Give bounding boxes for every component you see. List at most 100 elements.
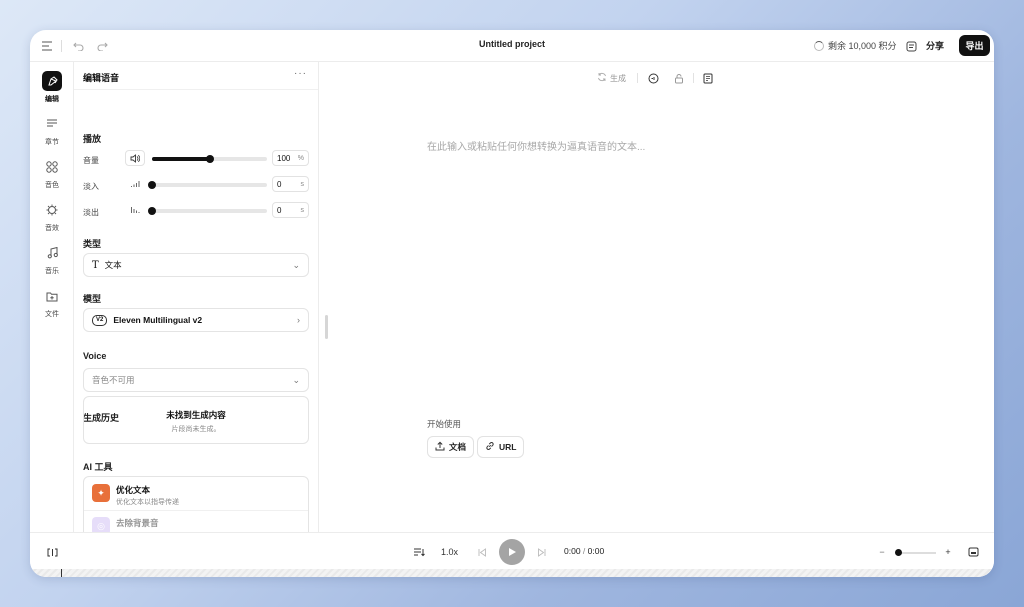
rail-item-voices[interactable]: 音色 <box>30 157 74 190</box>
playhead[interactable] <box>61 569 62 577</box>
rail-item-sfx[interactable]: 音效 <box>30 200 74 233</box>
rail-item-files[interactable]: 文件 <box>30 286 74 319</box>
credits-text: 剩余 10,000 积分 <box>828 41 897 51</box>
fade-out-unit: s <box>300 206 305 214</box>
more-options-icon[interactable]: ··· <box>294 68 307 79</box>
zoom-out-icon[interactable]: − <box>877 545 887 559</box>
export-button[interactable]: 导出 <box>959 35 990 56</box>
rail-item-chapters[interactable]: 章节 <box>30 114 74 147</box>
section-playback: 播放 <box>83 134 102 144</box>
lines-icon <box>42 114 62 134</box>
rail-label: 音色 <box>45 182 59 189</box>
voice-settings-icon[interactable] <box>648 70 659 86</box>
rail-item-edit[interactable]: 编辑 <box>30 71 74 104</box>
share-button[interactable]: 分享 <box>926 39 944 52</box>
lock-icon[interactable] <box>674 70 684 86</box>
section-type: 类型 <box>83 239 102 249</box>
fade-out-input[interactable]: 0 s <box>272 202 309 218</box>
ai-tool-enhance-text[interactable]: ✦ 优化文本 优化文本以指导传递 <box>92 484 179 507</box>
volume-input[interactable]: 100 % <box>272 150 309 166</box>
fade-out-slider[interactable] <box>148 207 267 215</box>
section-model: 模型 <box>83 294 102 304</box>
skip-back-icon[interactable] <box>475 545 489 559</box>
import-document-button[interactable]: 文档 <box>427 436 475 458</box>
skip-forward-icon[interactable] <box>535 545 549 559</box>
fade-in-input[interactable]: 0 s <box>272 176 309 192</box>
ai-tool-remove-background[interactable]: ◎ 去除背景音 <box>92 517 159 532</box>
menu-icon[interactable] <box>39 38 55 54</box>
divider <box>61 40 62 52</box>
volume-unit: % <box>297 154 304 162</box>
app-window: Untitled project 剩余 10,000 积分 分享 导出 编辑 章… <box>30 30 994 577</box>
notes-icon[interactable] <box>903 38 919 54</box>
slider-knob[interactable] <box>148 207 156 215</box>
edit-voice-panel: 编辑语音 ··· 播放 音量 100 % 淡入 0 s 淡出 0 s 类型 T … <box>74 62 319 532</box>
fade-out-value: 0 <box>277 205 282 215</box>
doc-label: 文档 <box>449 442 467 452</box>
refresh-icon <box>597 72 607 84</box>
chevron-right-icon: › <box>297 315 300 325</box>
tool-subtitle: 优化文本以指导传递 <box>116 499 179 506</box>
top-bar: Untitled project 剩余 10,000 积分 分享 导出 <box>30 30 994 62</box>
captions-icon[interactable] <box>966 545 980 559</box>
type-select[interactable]: T 文本 ⌄ <box>83 253 309 277</box>
undo-icon[interactable] <box>70 38 86 54</box>
timeline-track[interactable] <box>30 569 994 577</box>
volume-slider[interactable] <box>152 155 267 163</box>
redo-icon[interactable] <box>94 38 110 54</box>
fade-in-unit: s <box>300 180 305 188</box>
zoom-in-icon[interactable]: + <box>942 545 954 559</box>
credits-ring-icon <box>814 40 824 51</box>
import-url-button[interactable]: URL <box>477 436 525 458</box>
slider-knob[interactable] <box>148 181 156 189</box>
rail-label: 文件 <box>45 311 59 318</box>
toggle-panel-icon[interactable] <box>45 545 59 559</box>
text-editor[interactable]: 生成 在此输入或粘贴任何你想转换为逼真语音的文本... 开始使用 文档 URL <box>319 62 994 532</box>
slider-knob[interactable] <box>205 155 214 163</box>
zoom-slider-knob[interactable] <box>895 549 902 556</box>
speaker-icon[interactable] <box>125 150 145 166</box>
fade-out-label: 淡出 <box>83 208 99 217</box>
pen-nib-icon <box>42 71 62 91</box>
fade-in-value: 0 <box>277 179 282 189</box>
voice-select[interactable]: 音色不可用 ⌄ <box>83 368 309 392</box>
music-note-icon <box>42 243 62 263</box>
editor-toolbar: 生成 <box>319 70 994 86</box>
book-icon[interactable] <box>703 70 713 86</box>
model-version-badge: V2 <box>92 314 108 326</box>
current-time: 0:00 <box>564 546 581 556</box>
panel-header: 编辑语音 ··· <box>74 62 318 90</box>
fade-in-icon <box>125 176 145 192</box>
upload-icon <box>435 441 445 453</box>
model-value: Eleven Multilingual v2 <box>113 315 203 325</box>
time-display: 0:00 / 0:00 <box>564 546 604 556</box>
play-icon <box>508 548 516 556</box>
zoom-slider[interactable] <box>898 552 936 554</box>
volume-label: 音量 <box>83 156 99 165</box>
ai-tools-list: ✦ 优化文本 优化文本以指导传递 ◎ 去除背景音 <box>83 476 309 532</box>
rail-item-music[interactable]: 音乐 <box>30 243 74 276</box>
left-rail: 编辑 章节 音色 音效 音乐 文件 <box>30 62 74 532</box>
history-empty-state: 未找到生成内容 片段尚未生成。 <box>83 396 309 444</box>
generate-button[interactable]: 生成 <box>597 70 626 86</box>
divider <box>693 73 694 83</box>
volume-value: 100 <box>277 153 291 163</box>
panel-title: 编辑语音 <box>83 73 120 83</box>
chevron-down-icon: ⌄ <box>292 374 300 385</box>
credits-indicator[interactable]: 剩余 10,000 积分 <box>814 39 897 52</box>
tool-title: 去除背景音 <box>116 518 159 528</box>
url-label: URL <box>499 442 517 452</box>
section-voice: Voice <box>83 351 107 361</box>
time-separator: / <box>582 546 586 556</box>
folder-plus-icon <box>42 286 62 306</box>
chevron-down-icon: ⌄ <box>292 259 300 270</box>
panel-resize-handle[interactable] <box>325 315 328 339</box>
voice-value: 音色不可用 <box>92 375 135 385</box>
fade-in-slider[interactable] <box>148 181 267 189</box>
play-button[interactable] <box>499 539 525 565</box>
model-select[interactable]: V2 Eleven Multilingual v2 › <box>83 308 309 332</box>
playlist-icon[interactable] <box>412 545 426 559</box>
editor-placeholder[interactable]: 在此输入或粘贴任何你想转换为逼真语音的文本... <box>427 138 645 153</box>
rail-label: 编辑 <box>45 96 59 103</box>
playback-speed[interactable]: 1.0x <box>441 545 458 559</box>
